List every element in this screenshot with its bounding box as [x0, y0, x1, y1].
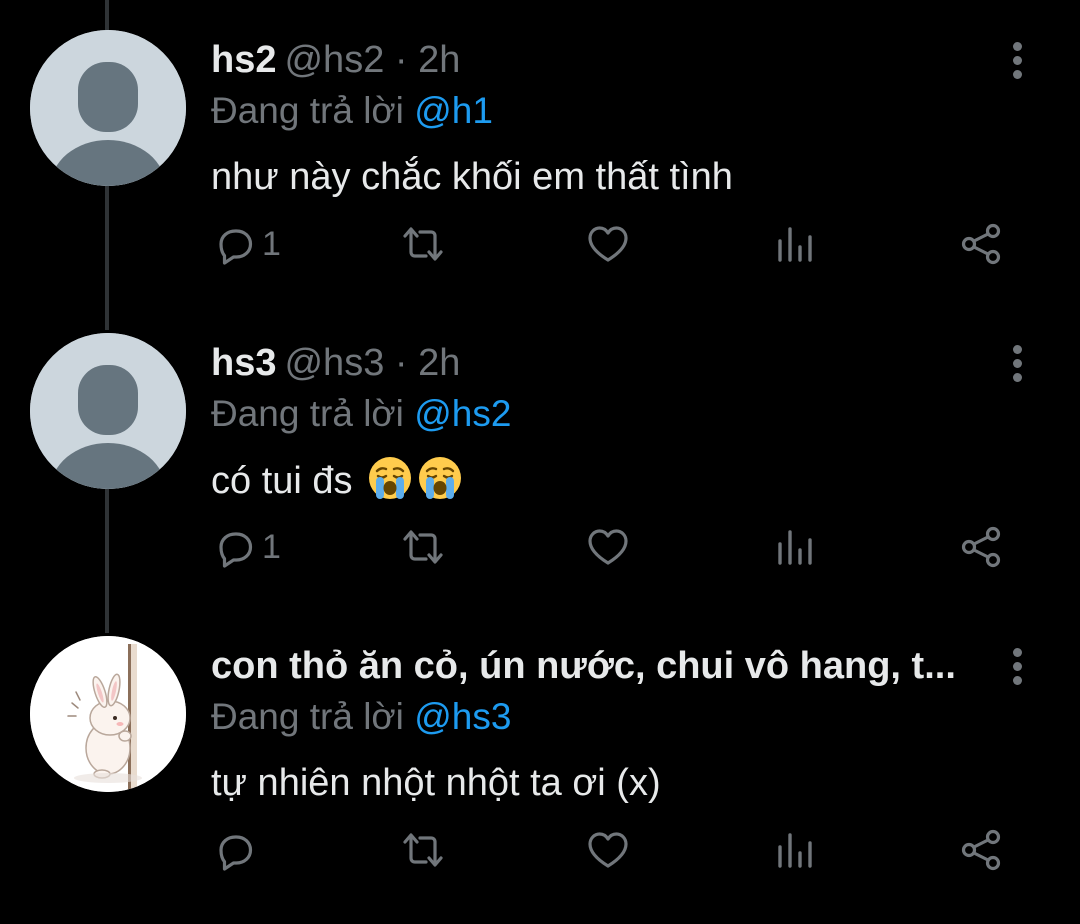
loudly-crying-face-emoji: [419, 457, 462, 499]
heart-icon: [588, 529, 628, 565]
tweet-text: tự nhiên nhột nhột ta ơi (x): [211, 762, 661, 804]
loudly-crying-face-emoji: [369, 457, 412, 499]
timestamp[interactable]: 2h: [418, 39, 460, 81]
share-icon: [961, 223, 1001, 265]
analytics-icon: [778, 530, 812, 565]
comment-icon: [219, 229, 253, 265]
more-vertical-icon[interactable]: [1000, 38, 1034, 82]
tweet-text: có tui đs: [211, 455, 463, 506]
avatar[interactable]: [30, 30, 186, 186]
tweet-header: hs2 @hs2 · 2h: [211, 36, 971, 84]
mention-link[interactable]: @hs3: [414, 696, 511, 737]
replying-to-label: Đang trả lời: [211, 393, 404, 434]
bunny-avatar-icon: [30, 636, 186, 792]
mention-link[interactable]: @hs2: [414, 393, 511, 434]
default-avatar-icon: [30, 333, 186, 489]
views-button[interactable]: [773, 820, 819, 880]
like-button[interactable]: [585, 517, 631, 577]
reply-button[interactable]: [212, 820, 258, 880]
tweet-text-body: có tui đs: [211, 460, 353, 502]
tweet[interactable]: con thỏ ăn cỏ, ún nước, chui vô hang, t.…: [0, 606, 1080, 909]
separator-dot: ·: [384, 342, 419, 384]
retweet-icon: [403, 530, 443, 564]
more-vertical-icon[interactable]: [1000, 644, 1034, 688]
share-icon: [961, 526, 1001, 568]
separator-dot: ·: [384, 39, 419, 81]
handle-time: @hs2 · 2h: [284, 39, 460, 81]
retweet-button[interactable]: [400, 517, 446, 577]
replying-to: Đang trả lời @h1: [211, 88, 493, 134]
reply-thread: hs2 @hs2 · 2h Đang trả lời @h1 như này ch…: [0, 0, 1080, 924]
retweet-icon: [403, 833, 443, 867]
retweet-icon: [403, 227, 443, 261]
replying-to: Đang trả lời @hs3: [211, 694, 511, 740]
reply-count: 1: [262, 224, 281, 263]
heart-icon: [588, 226, 628, 262]
analytics-icon: [778, 833, 812, 868]
timestamp[interactable]: 2h: [418, 342, 460, 384]
tweet[interactable]: hs2 @hs2 · 2h Đang trả lời @h1 như này ch…: [0, 0, 1080, 303]
replying-to-label: Đang trả lời: [211, 90, 404, 131]
replying-to: Đang trả lời @hs2: [211, 391, 511, 437]
display-name[interactable]: con thỏ ăn cỏ, ún nước, chui vô hang, t.…: [211, 642, 956, 690]
avatar[interactable]: [30, 333, 186, 489]
like-button[interactable]: [585, 214, 631, 274]
share-button[interactable]: [958, 214, 1004, 274]
heart-icon: [588, 832, 628, 868]
views-button[interactable]: [773, 517, 819, 577]
default-avatar-icon: [30, 30, 186, 186]
action-bar: [0, 820, 1080, 880]
tweet[interactable]: hs3 @hs3 · 2h Đang trả lời @hs2 có tui đs: [0, 303, 1080, 606]
share-button[interactable]: [958, 820, 1004, 880]
tweet-text: như này chắc khối em thất tình: [211, 156, 733, 198]
display-name[interactable]: hs3: [211, 342, 276, 384]
more-vertical-icon[interactable]: [1000, 341, 1034, 385]
share-icon: [961, 829, 1001, 871]
display-name[interactable]: hs2: [211, 39, 276, 81]
handle-time: @hs3 · 2h: [284, 342, 460, 384]
handle[interactable]: @hs2: [284, 39, 384, 81]
retweet-button[interactable]: [400, 820, 446, 880]
action-bar: 1: [0, 517, 1080, 577]
tweet-header: con thỏ ăn cỏ, ún nước, chui vô hang, t.…: [211, 642, 971, 690]
views-button[interactable]: [773, 214, 819, 274]
avatar[interactable]: [30, 636, 186, 792]
share-button[interactable]: [958, 517, 1004, 577]
mention-link[interactable]: @h1: [414, 90, 493, 131]
like-button[interactable]: [585, 820, 631, 880]
comment-icon: [219, 532, 253, 568]
tweet-header: hs3 @hs3 · 2h: [211, 339, 971, 387]
reply-button[interactable]: 1: [212, 214, 281, 274]
reply-count: 1: [262, 527, 281, 566]
reply-button[interactable]: 1: [212, 517, 281, 577]
action-bar: 1: [0, 214, 1080, 274]
replying-to-label: Đang trả lời: [211, 696, 404, 737]
handle[interactable]: @hs3: [284, 342, 384, 384]
comment-icon: [219, 835, 253, 871]
retweet-button[interactable]: [400, 214, 446, 274]
analytics-icon: [778, 227, 812, 262]
